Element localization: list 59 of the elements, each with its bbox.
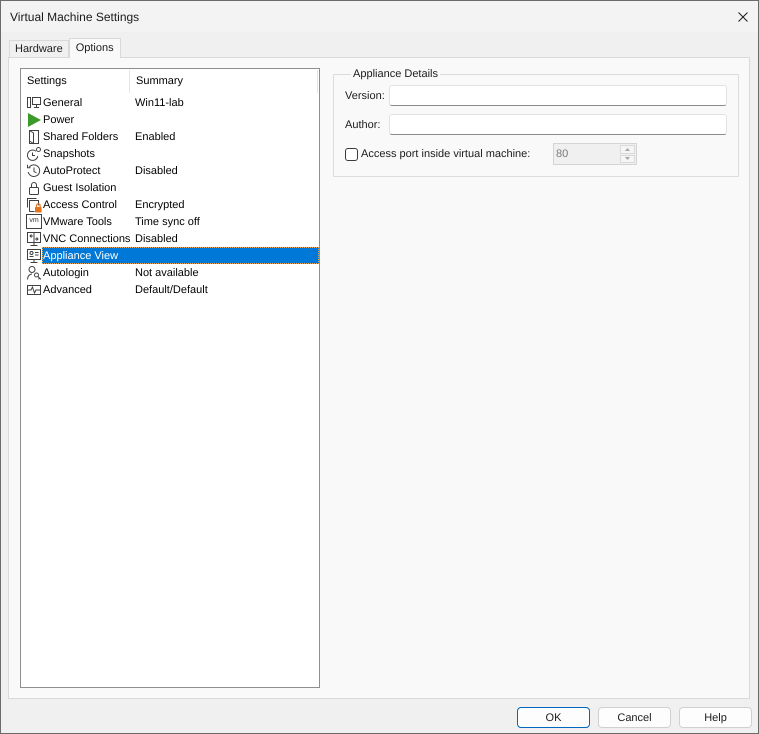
text-field[interactable] <box>389 114 727 135</box>
setting-name: VNC Connections <box>43 232 132 244</box>
play-icon <box>26 112 42 128</box>
settings-row[interactable]: AutoProtect Disabled <box>42 162 319 179</box>
setting-summary: Disabled <box>135 164 178 176</box>
settings-row[interactable]: Shared Folders Enabled <box>42 128 319 145</box>
settings-row[interactable]: Guest Isolation <box>42 179 319 196</box>
checkbox-label: Access port inside virtual machine: <box>361 148 530 160</box>
setting-summary: Disabled <box>135 232 178 244</box>
settings-row[interactable]: General Win11-lab <box>42 94 319 111</box>
settings-row[interactable]: Autologin Not available <box>42 264 319 281</box>
setting-summary: Time sync off <box>135 216 200 228</box>
setting-summary: Encrypted <box>135 198 185 210</box>
field-label: Author: <box>345 118 382 130</box>
setting-name: AutoProtect <box>43 164 102 176</box>
settings-row[interactable]: Snapshots <box>42 145 319 162</box>
close-icon <box>738 12 748 22</box>
setting-name: General <box>43 96 84 108</box>
dialog-button[interactable]: Cancel <box>598 707 671 728</box>
setting-name: Advanced <box>43 284 93 296</box>
text-field[interactable] <box>389 85 727 106</box>
door-icon <box>26 128 42 144</box>
caret-up-icon <box>625 148 630 151</box>
setting-summary: Default/Default <box>135 284 208 296</box>
monitor-arrows-icon <box>26 230 42 246</box>
history-icon <box>26 162 42 178</box>
settings-row[interactable]: Advanced Default/Default <box>42 281 319 298</box>
clock-icon <box>26 146 42 162</box>
setting-summary: Win11-lab <box>135 96 184 108</box>
setting-name: Access Control <box>43 198 118 210</box>
setting-name: Power <box>43 114 76 126</box>
setting-summary: Enabled <box>135 130 176 142</box>
setting-name: Appliance View <box>43 250 120 262</box>
settings-row[interactable]: Power <box>42 111 319 128</box>
user-key-icon <box>26 264 42 280</box>
settings-row[interactable]: VMware Tools Time sync off <box>42 213 319 230</box>
setting-summary: Not available <box>135 266 199 278</box>
field-label: Version: <box>345 90 386 102</box>
settings-row[interactable]: Appliance View <box>42 247 319 264</box>
column-header[interactable]: Summary <box>130 70 318 93</box>
monitor-icon <box>26 94 42 110</box>
setting-name: Guest Isolation <box>43 182 118 194</box>
settings-row[interactable]: VNC Connections Disabled <box>42 230 319 247</box>
lock-icon <box>26 180 42 196</box>
column-header[interactable]: Settings <box>21 70 130 93</box>
caret-down-icon <box>625 157 630 160</box>
tab[interactable]: Hardware <box>9 40 69 57</box>
setting-name: Snapshots <box>43 148 96 160</box>
window-title: Virtual Machine Settings <box>10 10 140 24</box>
settings-row[interactable]: Access Control Encrypted <box>42 196 319 213</box>
monitor-card-icon <box>26 248 42 264</box>
dialog-button[interactable]: Help <box>679 707 752 728</box>
dialog-button[interactable]: OK <box>517 707 590 728</box>
setting-name: Shared Folders <box>43 130 120 142</box>
tab[interactable]: Options <box>68 38 121 58</box>
group-title: Appliance Details <box>352 68 439 80</box>
setting-name: Autologin <box>43 266 90 278</box>
setting-name: VMware Tools <box>43 216 113 228</box>
window-lock-icon <box>26 196 42 212</box>
